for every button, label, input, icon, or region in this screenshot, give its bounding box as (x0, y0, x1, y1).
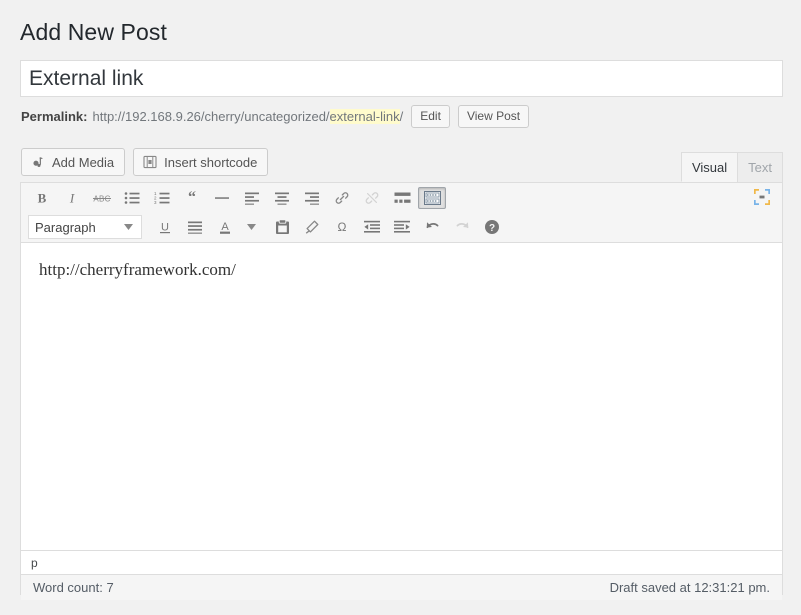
word-count: Word count: 7 (33, 580, 114, 595)
svg-text:3: 3 (154, 200, 157, 205)
post-content-editor: B I ABC (20, 182, 783, 595)
svg-text:?: ? (489, 223, 495, 234)
editor-body-text: http://cherryframework.com/ (39, 257, 772, 283)
insert-link-button[interactable] (328, 187, 356, 209)
tab-text[interactable]: Text (737, 152, 783, 182)
paste-as-text-button[interactable] (268, 216, 296, 238)
insert-shortcode-label: Insert shortcode (164, 155, 257, 170)
toolbar-row-2: Paragraph U (21, 212, 782, 242)
align-center-button[interactable] (268, 187, 296, 209)
bulleted-list-button[interactable] (118, 187, 146, 209)
element-path-item[interactable]: p (31, 556, 38, 570)
post-title-input[interactable] (20, 60, 783, 97)
remove-link-button[interactable] (358, 187, 386, 209)
align-right-button[interactable] (298, 187, 326, 209)
post-title-wrapper (20, 60, 783, 97)
element-path-bar: p (21, 550, 782, 574)
wordpress-post-editor-page: Add New Post Permalink: http://192.168.9… (0, 0, 801, 615)
underline-button[interactable]: U (151, 216, 179, 238)
view-post-button[interactable]: View Post (458, 105, 529, 128)
numbered-list-button[interactable]: 1 2 3 (148, 187, 176, 209)
text-color-button[interactable]: A (211, 216, 239, 238)
align-left-button[interactable] (238, 187, 266, 209)
chevron-down-icon (124, 224, 133, 230)
media-icon (30, 154, 46, 170)
paragraph-format-value: Paragraph (35, 220, 96, 235)
permalink-slug: external-link (330, 109, 400, 124)
increase-indent-button[interactable] (388, 216, 416, 238)
draft-saved-message: Draft saved at 12:31:21 pm. (610, 580, 770, 595)
svg-text:I: I (69, 190, 75, 205)
tab-visual[interactable]: Visual (681, 152, 738, 182)
permalink-url[interactable]: http://192.168.9.26/cherry/uncategorized… (92, 109, 403, 124)
toolbar-row-1: B I ABC (21, 183, 782, 212)
editor-toolbar: B I ABC (21, 183, 782, 243)
media-buttons-row: Add Media Insert shortcode (21, 148, 276, 176)
editor-content-area[interactable]: http://cherryframework.com/ (21, 243, 782, 550)
edit-permalink-button[interactable]: Edit (411, 105, 450, 128)
help-icon[interactable]: ? (478, 216, 506, 238)
undo-button[interactable] (418, 216, 446, 238)
permalink-row: Permalink: http://192.168.9.26/cherry/un… (21, 104, 529, 128)
svg-text:Ω: Ω (338, 220, 347, 234)
svg-text:“: “ (188, 191, 196, 205)
insert-shortcode-button[interactable]: Insert shortcode (133, 148, 268, 176)
permalink-label: Permalink: (21, 109, 87, 124)
toolbar-toggle-button[interactable] (418, 187, 446, 209)
horizontal-line-button[interactable] (208, 187, 236, 209)
bold-button[interactable]: B (28, 187, 56, 209)
decrease-indent-button[interactable] (358, 216, 386, 238)
justify-button[interactable] (181, 216, 209, 238)
editor-status-bar: Word count: 7 Draft saved at 12:31:21 pm… (21, 574, 782, 600)
redo-button[interactable] (448, 216, 476, 238)
add-media-button[interactable]: Add Media (21, 148, 125, 176)
read-more-button[interactable] (388, 187, 416, 209)
editor-mode-tabs: Visual Text (682, 152, 783, 182)
clear-formatting-button[interactable] (298, 216, 326, 238)
italic-button[interactable]: I (58, 187, 86, 209)
strikethrough-button[interactable]: ABC (88, 187, 116, 209)
svg-text:U: U (161, 222, 169, 234)
permalink-trailing-slash: / (400, 109, 404, 124)
shortcode-icon (142, 154, 158, 170)
special-character-button[interactable]: Ω (328, 216, 356, 238)
paragraph-format-select[interactable]: Paragraph (28, 215, 142, 239)
text-color-dropdown-button[interactable] (237, 216, 265, 238)
permalink-base: http://192.168.9.26/cherry/uncategorized… (92, 109, 329, 124)
blockquote-button[interactable]: “ (178, 187, 206, 209)
add-media-label: Add Media (52, 155, 114, 170)
distraction-free-button[interactable] (748, 186, 776, 208)
svg-text:A: A (221, 221, 229, 233)
page-title: Add New Post (20, 16, 167, 48)
svg-text:B: B (38, 190, 47, 205)
